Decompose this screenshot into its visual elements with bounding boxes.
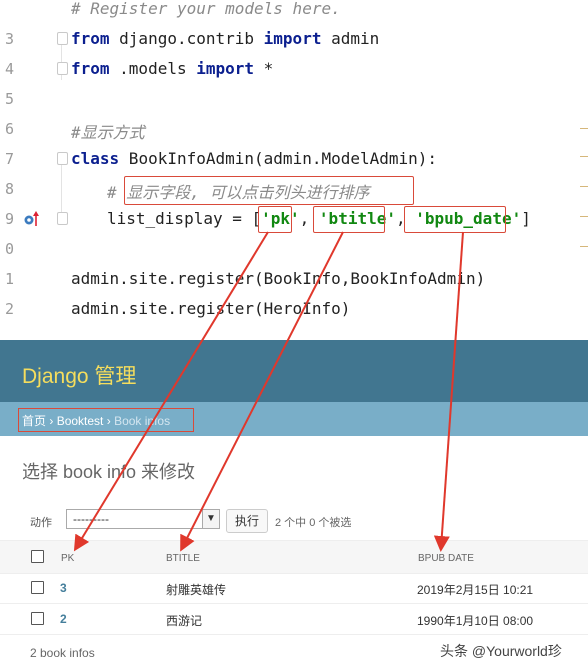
- line-number: 5: [4, 90, 14, 108]
- row-btitle: 西游记: [166, 614, 203, 628]
- fold-marker-icon[interactable]: [57, 32, 68, 45]
- line-number: 4: [4, 60, 14, 78]
- code-line[interactable]: 5: [0, 84, 588, 114]
- code-fragment: BookInfoAdmin(admin.ModelAdmin):: [119, 149, 438, 168]
- table-header: PK BTITLE BPUB DATE: [0, 540, 588, 574]
- table-row: 2 西游记 1990年1月10日 08:00: [0, 604, 588, 635]
- line-number: 3: [4, 30, 14, 48]
- keyword: import: [263, 29, 322, 48]
- comment-highlight-box: [124, 176, 414, 205]
- code-text: class BookInfoAdmin(admin.ModelAdmin):: [71, 149, 437, 168]
- row-checkbox[interactable]: [31, 581, 44, 594]
- line-number: 0: [4, 240, 14, 258]
- code-line[interactable]: 3 from django.contrib import admin: [0, 24, 588, 54]
- selection-counter: 2 个中 0 个被选: [275, 517, 352, 529]
- code-fragment: ]: [521, 209, 531, 228]
- go-button[interactable]: 执行: [226, 509, 268, 533]
- code-line[interactable]: 0: [0, 234, 588, 264]
- admin-header: Django 管理: [0, 340, 588, 402]
- breadcrumb-app-link[interactable]: Booktest: [57, 414, 104, 428]
- action-select[interactable]: --------- ▼: [66, 509, 220, 529]
- margin-marker: [580, 216, 588, 217]
- row-pk-link[interactable]: 2: [60, 612, 67, 626]
- line-number: 7: [4, 150, 14, 168]
- column-header-btitle[interactable]: BTITLE: [166, 553, 200, 564]
- code-line[interactable]: # Register your models here.: [0, 0, 588, 24]
- margin-marker: [580, 128, 588, 129]
- code-line[interactable]: 4 from .models import *: [0, 54, 588, 84]
- action-select-value: ---------: [73, 512, 109, 526]
- keyword: from: [71, 29, 110, 48]
- line-number: 8: [4, 180, 14, 198]
- breadcrumb-trail: 首页 › Booktest › Book infos: [22, 412, 170, 429]
- pk-highlight-box: [258, 206, 292, 233]
- code-fragment: .models: [109, 59, 197, 78]
- margin-marker: [580, 246, 588, 247]
- line-number: 2: [4, 300, 14, 318]
- code-line[interactable]: 1 admin.site.register(BookInfo,BookInfoA…: [0, 264, 588, 294]
- line-number: 6: [4, 120, 14, 138]
- code-fragment: *: [254, 59, 274, 78]
- breadcrumb-home-link[interactable]: 首页: [22, 414, 46, 428]
- code-fragment: admin: [321, 29, 380, 48]
- site-title[interactable]: Django 管理: [22, 360, 136, 390]
- table-row: 3 射雕英雄传 2019年2月15日 10:21: [0, 573, 588, 604]
- fold-marker-icon[interactable]: [57, 62, 68, 75]
- column-header-pk[interactable]: PK: [61, 553, 74, 564]
- code-text: from .models import *: [71, 59, 273, 78]
- code-editor[interactable]: # Register your models here. 3 from djan…: [0, 0, 588, 330]
- breadcrumb-current: Book infos: [114, 414, 171, 428]
- line-number: 1: [4, 270, 14, 288]
- keyword: from: [71, 59, 110, 78]
- code-line[interactable]: 2 admin.site.register(HeroInfo): [0, 294, 588, 324]
- breadcrumb-separator: ›: [46, 414, 57, 428]
- page-title: 选择 book info 来修改: [22, 462, 196, 482]
- btitle-highlight-box: [313, 206, 385, 233]
- row-bpub-date: 2019年2月15日 10:21: [417, 583, 534, 597]
- code-fragment: list_display = [: [107, 209, 262, 228]
- action-label: 动作: [30, 517, 52, 529]
- row-btitle: 射雕英雄传: [166, 583, 227, 597]
- row-bpub-date: 1990年1月10日 08:00: [417, 614, 534, 628]
- code-comment: #显示方式: [71, 123, 145, 142]
- result-count: 2 book infos: [30, 646, 95, 660]
- fold-marker-icon[interactable]: [57, 212, 68, 225]
- code-text: admin.site.register(BookInfo,BookInfoAdm…: [71, 269, 486, 288]
- override-gutter-icon[interactable]: [24, 211, 40, 227]
- keyword: class: [71, 149, 120, 168]
- line-number: 9: [4, 210, 14, 228]
- code-line[interactable]: 7 class BookInfoAdmin(admin.ModelAdmin):: [0, 144, 588, 174]
- row-checkbox[interactable]: [31, 612, 44, 625]
- django-admin-page: Django 管理 首页 › Booktest › Book infos 选择 …: [0, 340, 588, 662]
- keyword: import: [196, 59, 255, 78]
- row-pk-link[interactable]: 3: [60, 581, 67, 595]
- code-line[interactable]: 6 #显示方式: [0, 114, 588, 144]
- column-header-bpub-date[interactable]: BPUB DATE: [418, 553, 474, 564]
- select-all-checkbox[interactable]: [31, 550, 44, 563]
- code-text: from django.contrib import admin: [71, 29, 379, 48]
- chevron-down-icon[interactable]: ▼: [202, 510, 219, 528]
- code-comment: # Register your models here.: [71, 0, 341, 18]
- bpub-date-highlight-box: [404, 206, 506, 233]
- fold-marker-icon[interactable]: [57, 152, 68, 165]
- margin-marker: [580, 186, 588, 187]
- code-text: admin.site.register(HeroInfo): [71, 299, 351, 318]
- margin-marker: [580, 156, 588, 157]
- watermark: 头条 @Yourworld珍: [440, 643, 562, 659]
- code-fragment: django.contrib: [109, 29, 264, 48]
- breadcrumb-separator: ›: [103, 414, 115, 428]
